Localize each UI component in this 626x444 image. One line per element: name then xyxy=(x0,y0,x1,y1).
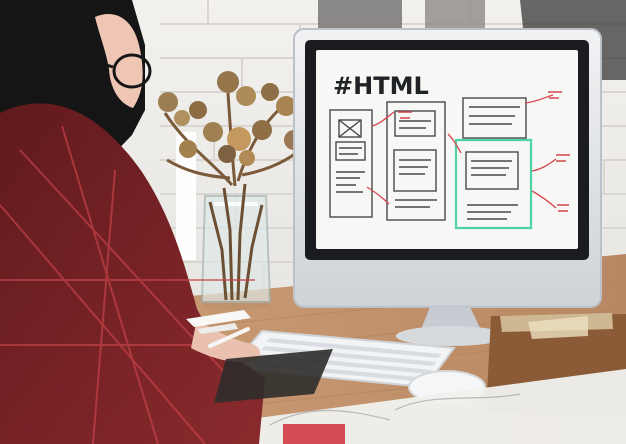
photo-scene: #HTML xyxy=(0,0,626,444)
monitor-base xyxy=(396,326,506,346)
screen-title: #HTML xyxy=(333,72,429,100)
red-paper xyxy=(283,424,345,444)
scene-illustration: #HTML xyxy=(0,0,626,444)
